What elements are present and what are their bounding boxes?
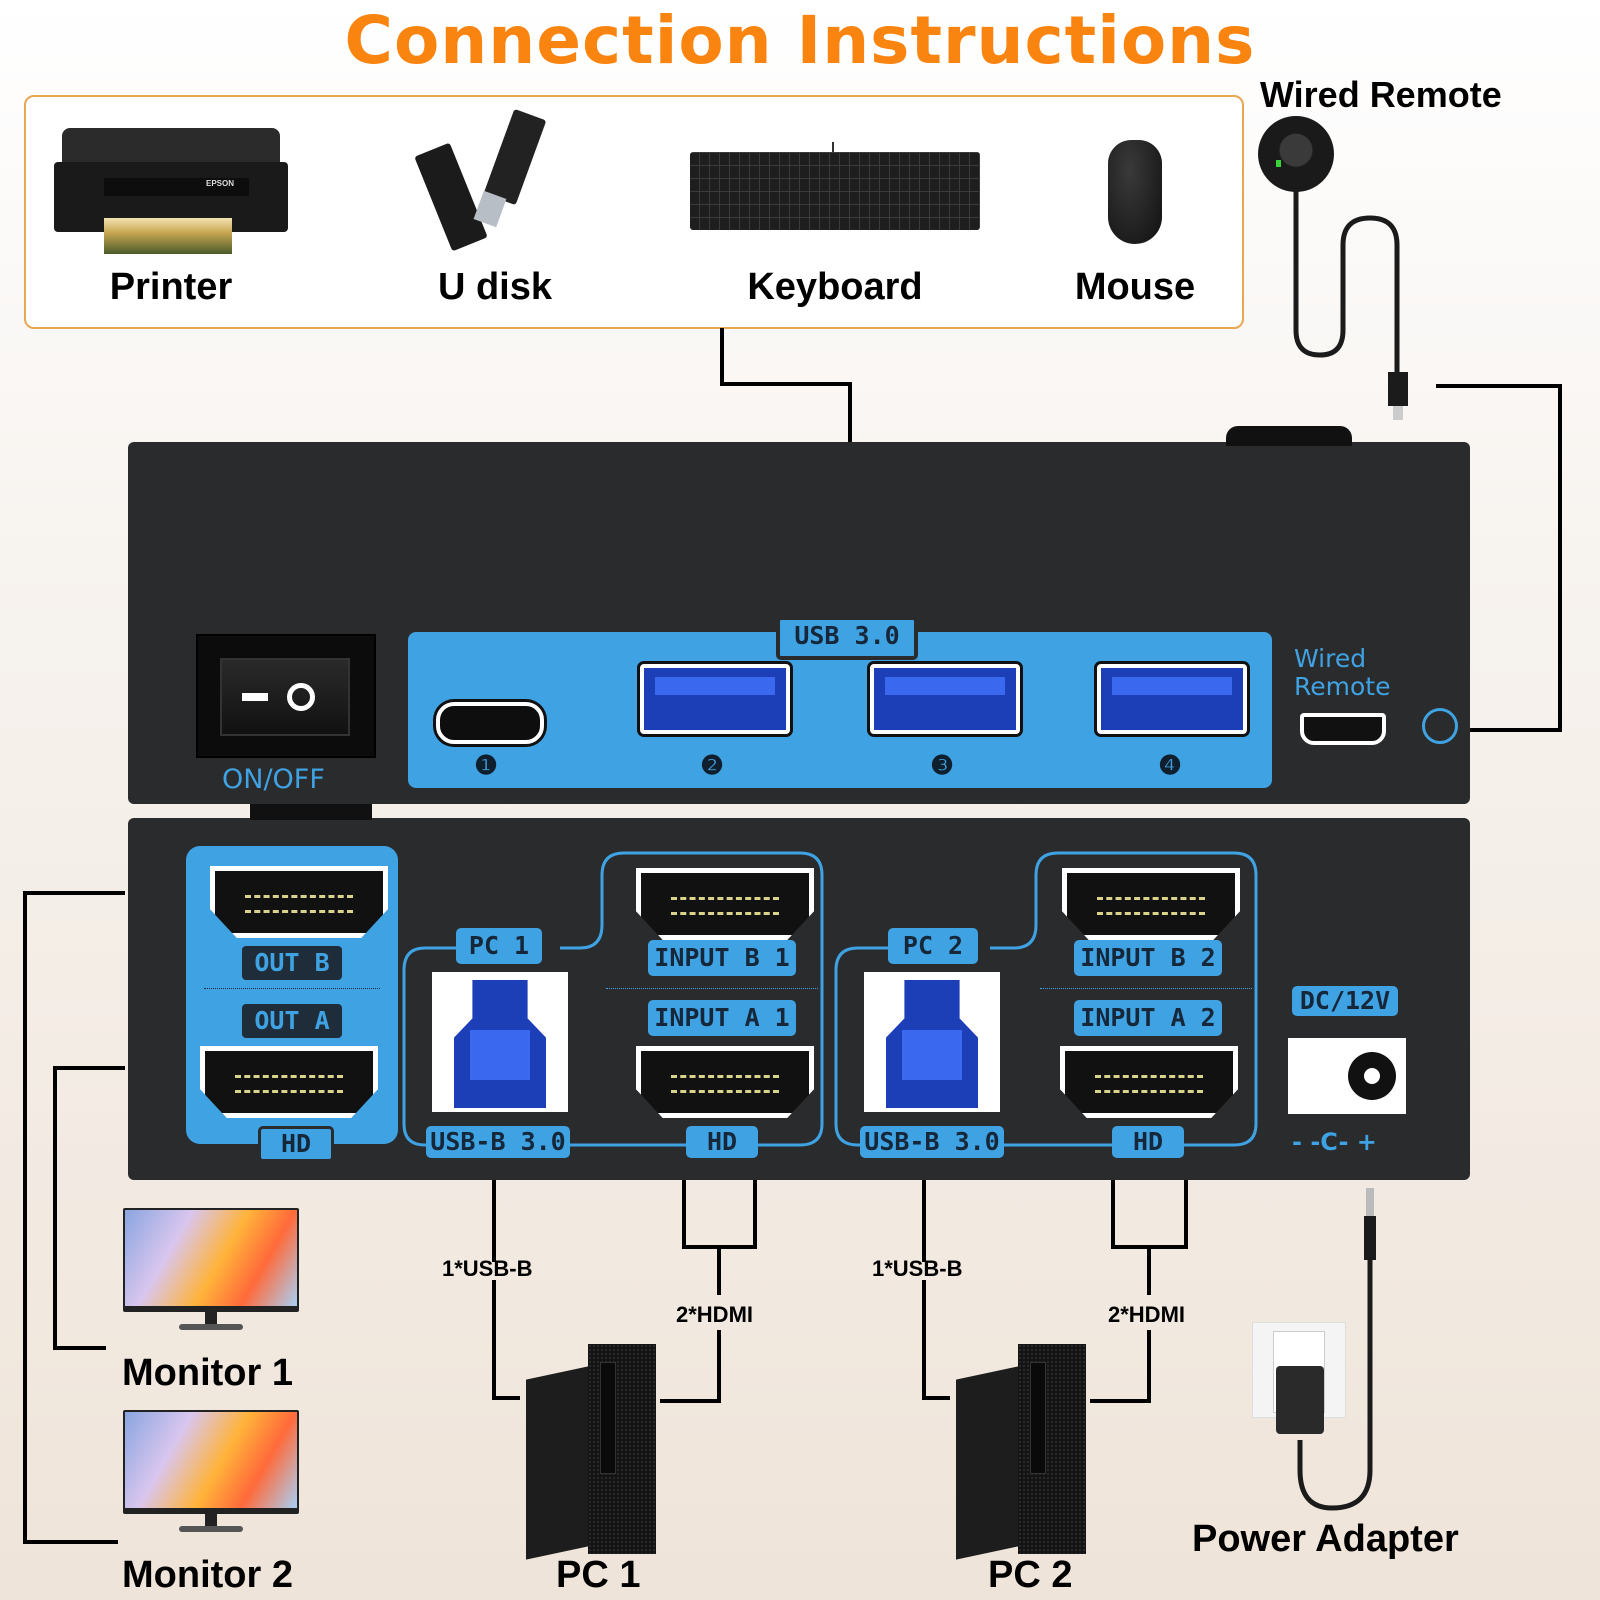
power-adapter-icon <box>1276 1366 1324 1434</box>
power-adapter-label: Power Adapter <box>1192 1518 1459 1560</box>
power-adapter-cable <box>1297 1188 1376 1511</box>
